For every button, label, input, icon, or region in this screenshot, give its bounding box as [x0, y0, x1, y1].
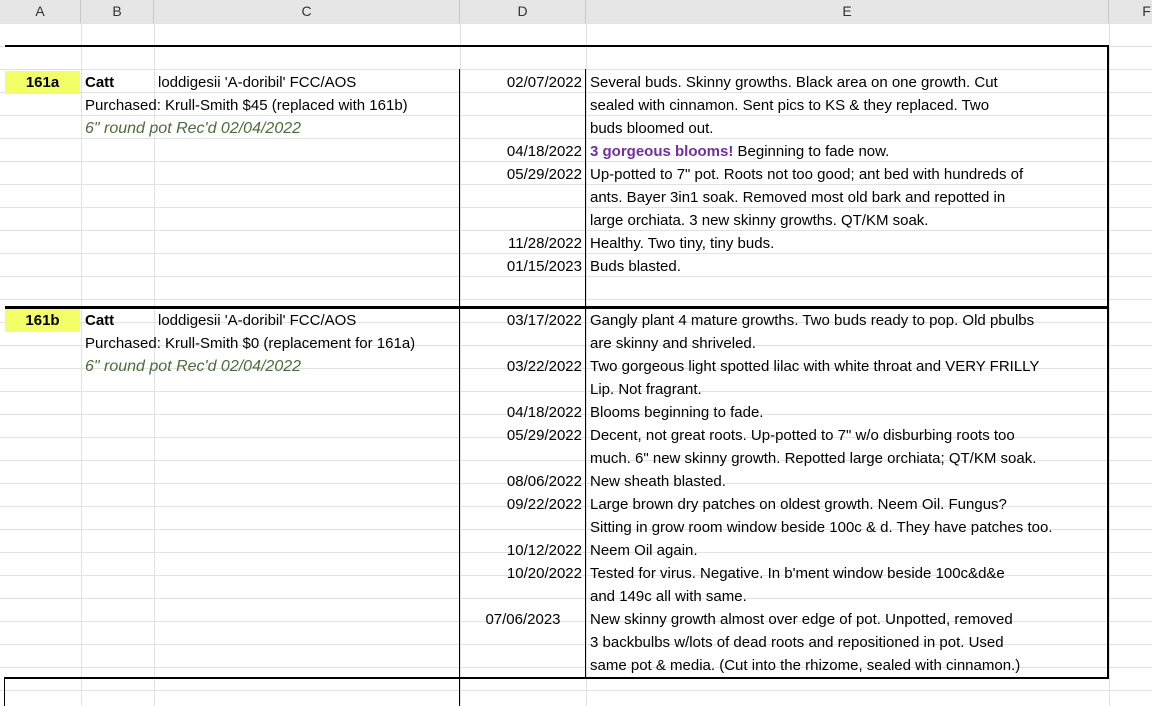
- log-date-cell[interactable]: 04/18/2022: [462, 140, 582, 163]
- log-date-cell[interactable]: 03/22/2022: [462, 355, 582, 378]
- log-date-cell[interactable]: 03/17/2022: [462, 309, 582, 332]
- log-note-cell[interactable]: Sitting in grow room window beside 100c …: [590, 516, 1053, 539]
- plant-id-cell[interactable]: 161a: [5, 71, 80, 94]
- log-note-cell[interactable]: Decent, not great roots. Up-potted to 7"…: [590, 424, 1015, 447]
- log-note-cell[interactable]: and 149c all with same.: [590, 585, 747, 608]
- log-note-cell[interactable]: ants. Bayer 3in1 soak. Removed most old …: [590, 186, 1005, 209]
- purchased-cell[interactable]: Purchased: Krull-Smith $0 (replacement f…: [85, 332, 415, 355]
- log-note-cell[interactable]: are skinny and shriveled.: [590, 332, 756, 355]
- block-border-right: [1107, 45, 1109, 679]
- log-note-cell[interactable]: Neem Oil again.: [590, 539, 698, 562]
- column-header-b[interactable]: B: [81, 0, 154, 23]
- grid-row-line: [0, 299, 1152, 300]
- block-border-top: [5, 45, 1109, 47]
- grid-col-line: [81, 23, 82, 706]
- column-header-a[interactable]: A: [0, 0, 81, 23]
- log-note-cell[interactable]: Gangly plant 4 mature growths. Two buds …: [590, 309, 1034, 332]
- log-date-cell[interactable]: 04/18/2022: [462, 401, 582, 424]
- col-e-border-a: [585, 69, 586, 307]
- col-d-border-a: [459, 69, 460, 307]
- block-border-bottom: [5, 677, 1109, 679]
- log-note-cell[interactable]: Blooms beginning to fade.: [590, 401, 763, 424]
- species-cell[interactable]: loddigesii 'A-doribil' FCC/AOS: [158, 309, 356, 332]
- genus-cell[interactable]: Catt: [85, 71, 114, 94]
- log-date-cell[interactable]: 05/29/2022: [462, 424, 582, 447]
- genus-cell[interactable]: Catt: [85, 309, 114, 332]
- col-d-border-b: [459, 309, 460, 706]
- col-e-border-b: [585, 309, 586, 679]
- log-note-cell[interactable]: Buds blasted.: [590, 255, 681, 278]
- log-date-cell[interactable]: 02/07/2022: [462, 71, 582, 94]
- log-date-cell[interactable]: 05/29/2022: [462, 163, 582, 186]
- log-note-cell[interactable]: New sheath blasted.: [590, 470, 726, 493]
- pot-cell[interactable]: 6" round pot Rec'd 02/04/2022: [85, 355, 301, 378]
- log-note-cell[interactable]: Healthy. Two tiny, tiny buds.: [590, 232, 774, 255]
- log-date-cell[interactable]: 01/15/2023: [462, 255, 582, 278]
- log-note-cell[interactable]: much. 6" new skinny growth. Repotted lar…: [590, 447, 1036, 470]
- species-cell[interactable]: loddigesii 'A-doribil' FCC/AOS: [158, 71, 356, 94]
- grid-col-line: [1109, 23, 1110, 706]
- column-header-d[interactable]: D: [460, 0, 586, 23]
- log-date-cell[interactable]: 10/20/2022: [462, 562, 582, 585]
- log-date-cell[interactable]: 11/28/2022: [462, 232, 582, 255]
- log-note-cell[interactable]: Several buds. Skinny growths. Black area…: [590, 71, 998, 94]
- grid-row-line: [0, 230, 1152, 231]
- log-note-cell[interactable]: Lip. Not fragrant.: [590, 378, 702, 401]
- log-note-cell[interactable]: buds bloomed out.: [590, 117, 713, 140]
- log-date-cell[interactable]: 08/06/2022: [462, 470, 582, 493]
- log-note-cell[interactable]: 3 gorgeous blooms! Beginning to fade now…: [590, 140, 889, 163]
- grid-row-line: [0, 690, 1152, 691]
- log-note-cell[interactable]: Two gorgeous light spotted lilac with wh…: [590, 355, 1039, 378]
- grid-row-line: [0, 69, 1152, 70]
- log-date-cell[interactable]: 10/12/2022: [462, 539, 582, 562]
- grid-row-line: [0, 598, 1152, 599]
- log-note-cell[interactable]: New skinny growth almost over edge of po…: [590, 608, 1013, 631]
- column-header-f[interactable]: F: [1109, 0, 1152, 23]
- column-header-bar: A B C D E F: [0, 0, 1152, 24]
- log-date-cell[interactable]: 09/22/2022: [462, 493, 582, 516]
- pot-cell[interactable]: 6" round pot Rec'd 02/04/2022: [85, 117, 301, 140]
- log-note-cell[interactable]: same pot & media. (Cut into the rhizome,…: [590, 654, 1020, 677]
- log-note-cell[interactable]: Tested for virus. Negative. In b'ment wi…: [590, 562, 1005, 585]
- column-header-e[interactable]: E: [586, 0, 1109, 23]
- grid-col-line: [586, 23, 587, 706]
- log-note-cell[interactable]: Large brown dry patches on oldest growth…: [590, 493, 1007, 516]
- highlight-text: 3 gorgeous blooms!: [590, 143, 734, 160]
- column-header-c[interactable]: C: [154, 0, 460, 23]
- log-note-cell[interactable]: Up-potted to 7" pot. Roots not too good;…: [590, 163, 1023, 186]
- log-date-cell[interactable]: 07/06/2023: [468, 608, 578, 631]
- plant-id-cell[interactable]: 161b: [5, 309, 80, 332]
- grid-row-line: [0, 23, 1152, 24]
- block-border-left-tail: [4, 677, 5, 706]
- grid-col-line: [460, 23, 461, 706]
- spreadsheet-grid[interactable]: 161a Catt loddigesii 'A-doribil' FCC/AOS…: [0, 23, 1152, 706]
- log-note-cell[interactable]: 3 backbulbs w/lots of dead roots and rep…: [590, 631, 1004, 654]
- grid-row-line: [0, 391, 1152, 392]
- purchased-cell[interactable]: Purchased: Krull-Smith $45 (replaced wit…: [85, 94, 408, 117]
- log-note-cell[interactable]: large orchiata. 3 new skinny growths. QT…: [590, 209, 928, 232]
- log-note-cell[interactable]: sealed with cinnamon. Sent pics to KS & …: [590, 94, 989, 117]
